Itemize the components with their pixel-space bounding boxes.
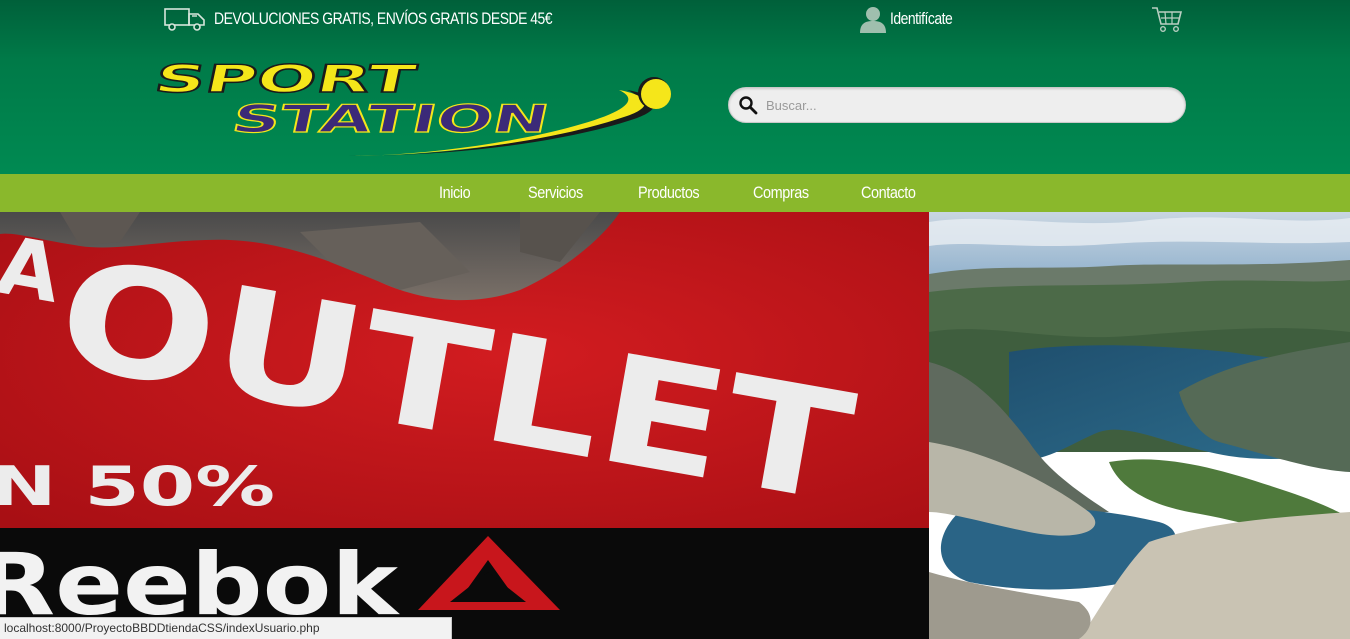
login-link[interactable]: Identifícate — [858, 4, 966, 34]
nav-item-productos[interactable]: Productos — [638, 174, 700, 212]
outlet-banner[interactable]: OUTLET A N 50% Reebok — [0, 212, 929, 639]
nav-item-compras[interactable]: Compras — [753, 174, 809, 212]
main-nav: Inicio Servicios Productos Compras Conta… — [0, 174, 1350, 212]
search-icon[interactable] — [738, 95, 758, 115]
login-label: Identifícate — [890, 9, 953, 28]
shipping-text: DEVOLUCIONES GRATIS, ENVÍOS GRATIS DESDE… — [214, 9, 553, 28]
sport-station-logo: SPORT STATION — [150, 57, 671, 156]
cart-button[interactable] — [1150, 4, 1184, 34]
landscape-banner[interactable] — [929, 212, 1350, 639]
site-logo[interactable]: SPORT STATION — [150, 52, 677, 164]
nav-item-inicio[interactable]: Inicio — [439, 174, 471, 212]
browser-status-bar: localhost:8000/ProyectoBBDDtiendaCSS/ind… — [0, 617, 452, 639]
shipping-info: DEVOLUCIONES GRATIS, ENVÍOS GRATIS DESDE… — [164, 6, 626, 32]
status-url: localhost:8000/ProyectoBBDDtiendaCSS/ind… — [4, 621, 320, 635]
user-icon — [860, 7, 886, 33]
search-input[interactable] — [764, 96, 1168, 114]
delivery-truck-icon — [164, 8, 205, 31]
logo-line1: SPORT — [157, 57, 420, 102]
logo-line2: STATION — [228, 97, 553, 142]
search-box[interactable] — [728, 87, 1186, 123]
shopping-cart-icon — [1152, 7, 1183, 33]
nav-item-contacto[interactable]: Contacto — [861, 174, 916, 212]
site-header: DEVOLUCIONES GRATIS, ENVÍOS GRATIS DESDE… — [0, 0, 1350, 174]
mountain-lake-image — [929, 212, 1350, 639]
nav-item-servicios[interactable]: Servicios — [528, 174, 583, 212]
outlet-banner-image: OUTLET A N 50% Reebok — [0, 212, 929, 639]
discount-text: N 50% — [0, 455, 275, 518]
